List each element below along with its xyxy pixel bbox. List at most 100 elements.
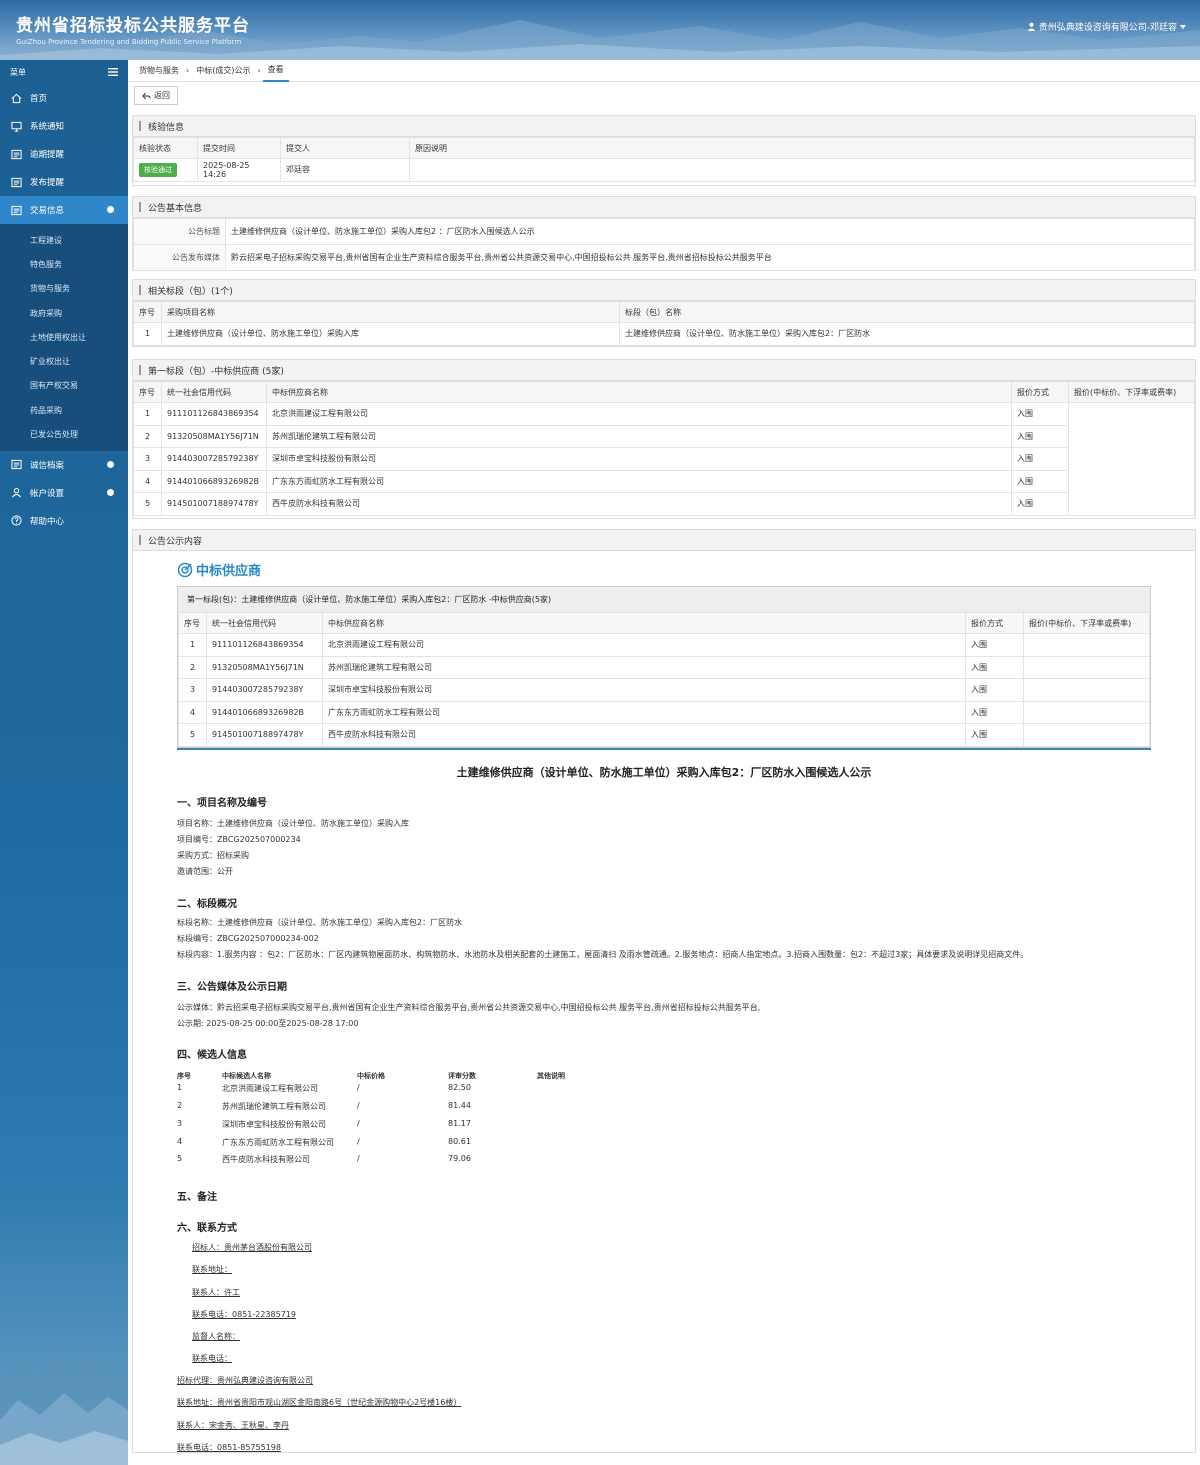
breadcrumb: 货物与服务 › 中标(成交)公示 › 查看 <box>128 60 1200 82</box>
back-button[interactable]: 返回 <box>134 86 178 105</box>
supplier-name: 北京洪雨建设工程有限公司 <box>322 633 966 657</box>
list-icon <box>10 148 22 160</box>
sidebar-item-account[interactable]: 帐户设置 <box>0 479 128 507</box>
sidebar-item-notice[interactable]: 系统通知 <box>0 112 128 140</box>
winner-heading: 中标供应商 <box>177 560 1151 579</box>
contact-block: 招标人：贵州茅台酒股份有限公司 联系地址： 联系人：许工 联系电话：0851-2… <box>177 1242 1151 1464</box>
panel-title: 核验信息 <box>133 116 1195 137</box>
candidate-price: / <box>357 1083 360 1093</box>
toolbar: 返回 <box>128 82 1200 108</box>
sidebar-item-label: 帐户设置 <box>30 488 65 499</box>
sidebar-subitem[interactable]: 政府采购 <box>0 301 128 325</box>
candidate-table: 序号 中标候选人名称 中标价格 评审分数 其他说明 1 北京洪雨建设工程有限公司… <box>177 1071 1151 1172</box>
credit-code: 91320508MA1Y56J71N <box>161 424 267 448</box>
expand-icon <box>107 488 114 496</box>
sidebar-subitem[interactable]: 土地使用权出让 <box>0 325 128 349</box>
row-index: 3 <box>133 447 162 471</box>
help-icon <box>10 515 22 527</box>
contact-line: 联系地址： <box>192 1265 232 1275</box>
breadcrumb-item[interactable]: 货物与服务 <box>134 60 184 82</box>
contact-line: 联系人：许工 <box>192 1287 240 1297</box>
contact-line: 联系地址：贵州省贵阳市观山湖区金阳南路6号（世纪金源购物中心2号楼16楼） <box>177 1398 462 1408</box>
winner-box-title: 第一标段(包)：土建维修供应商（设计单位、防水施工单位）采购入库包2：厂区防水 … <box>178 587 1150 612</box>
candidate-name: 广东东方雨虹防水工程有限公司 <box>222 1137 334 1147</box>
chevron-right-icon: › <box>186 66 190 75</box>
sidebar-landscape <box>0 1340 128 1465</box>
contact-line: 联系电话：0851-22385719 <box>192 1309 296 1319</box>
quote-value <box>1023 723 1150 747</box>
col-header: 报价(中标价、下浮率或费率) <box>1023 612 1150 634</box>
sidebar-item-credit[interactable]: 诚信档案 <box>0 451 128 479</box>
quote-type: 入围 <box>965 633 1024 657</box>
col-header: 标段（包）名称 <box>619 301 1195 323</box>
breadcrumb-item[interactable]: 中标(成交)公示 <box>191 60 255 82</box>
credit-code: 911101126843869354 <box>161 402 267 426</box>
row-index: 5 <box>178 723 207 747</box>
sidebar-subitem[interactable]: 国有产权交易 <box>0 374 128 398</box>
sidebar-item-trade[interactable]: 交易信息 <box>0 196 128 224</box>
notice-content-panel: 公告公示内容 中标供应商 第一标段(包)：土建维修供应商（设计单位、防水施工单位… <box>132 529 1196 1453</box>
table-row: 4 广东东方雨虹防水工程有限公司 / 80.61 <box>177 1137 1151 1155</box>
panel-title: 第一标段（包）-中标供应商 (5家) <box>133 360 1195 381</box>
section-heading: 四、候选人信息 <box>177 1050 247 1062</box>
sidebar-subitem[interactable]: 工程建设 <box>0 228 128 252</box>
supplier-name: 苏州凯瑞伦建筑工程有限公司 <box>322 655 966 679</box>
sidebar-subitem[interactable]: 药品采购 <box>0 398 128 422</box>
credit-code: 91450100718897478Y <box>161 492 267 516</box>
sidebar: 菜单 首页 系统通知 逾期提醒 发布提醒 交易信息 工程建设 特色服务 货物与服… <box>0 60 128 1465</box>
col-header: 中标价格 <box>357 1072 385 1081</box>
sidebar-item-label: 系统通知 <box>30 122 65 132</box>
section-body: 标段名称：土建维修供应商（设计单位、防水施工单位）采购入库包2：厂区防水 标段编… <box>177 915 1151 964</box>
sidebar-item-home[interactable]: 首页 <box>0 84 128 112</box>
field-label: 公告标题 <box>133 218 226 245</box>
credit-code: 91450100718897478Y <box>206 723 323 747</box>
table-row: 1 北京洪雨建设工程有限公司 / 82.50 <box>177 1083 1151 1101</box>
table-row: 1 911101126843869354 北京洪雨建设工程有限公司 入围 <box>133 402 1195 516</box>
contact-line: 联系人：宋金秀、王秋星、李丹 <box>177 1420 289 1430</box>
supplier-name: 深圳市卓宝科技股份有限公司 <box>322 678 966 702</box>
sidebar-item-publish[interactable]: 发布提醒 <box>0 168 128 196</box>
breadcrumb-current: 查看 <box>262 60 289 82</box>
sections-table: 序号 采购项目名称 标段（包）名称 1 土建维修供应商（设计单位、防水施工单位）… <box>133 301 1195 346</box>
user-menu[interactable]: 贵州弘典建设咨询有限公司-邓廷容 <box>1027 20 1186 33</box>
candidate-name: 深圳市卓宝科技股份有限公司 <box>222 1119 326 1129</box>
sections-panel: 相关标段（包）(1个) 序号 采购项目名称 标段（包）名称 1 土建维修供应商（… <box>132 279 1196 347</box>
expand-icon <box>107 206 114 213</box>
quote-value <box>1023 678 1150 702</box>
section-heading: 一、项目名称及编号 <box>177 797 267 809</box>
verify-panel: 核验信息 核验状态 提交时间 提交人 原因说明 核验通过 2025-08-25 … <box>132 115 1196 186</box>
candidate-price: / <box>357 1118 360 1128</box>
col-header: 报价(中标价、下浮率或费率) <box>1068 381 1195 403</box>
sidebar-item-overdue[interactable]: 逾期提醒 <box>0 140 128 168</box>
back-icon <box>142 92 151 99</box>
sidebar-subitem[interactable]: 矿业权出让 <box>0 349 128 373</box>
sidebar-item-help[interactable]: 帮助中心 <box>0 507 128 535</box>
winner-detail-table: 序号 统一社会信用代码 中标供应商名称 报价方式 报价(中标价、下浮率或费率) … <box>178 612 1150 747</box>
row-index: 1 <box>133 322 162 346</box>
winner-heading-text: 中标供应商 <box>196 564 262 579</box>
sidebar-subitem[interactable]: 货物与服务 <box>0 277 128 301</box>
text-line: 采购方式：招标采购 <box>177 851 249 861</box>
candidate-name: 北京洪雨建设工程有限公司 <box>222 1084 318 1094</box>
user-name: 贵州弘典建设咨询有限公司-邓廷容 <box>1038 23 1177 33</box>
caret-down-icon <box>1180 24 1186 29</box>
hamburger-icon[interactable] <box>108 68 118 76</box>
candidate-name: 苏州凯瑞伦建筑工程有限公司 <box>222 1101 326 1111</box>
sidebar-subitem[interactable]: 已发公告处理 <box>0 422 128 446</box>
top-header: 贵州省招标投标公共服务平台 GuiZhou Province Tendering… <box>0 0 1200 60</box>
panel-title: 公告基本信息 <box>133 197 1195 218</box>
candidate-header: 序号 中标候选人名称 中标价格 评审分数 其他说明 <box>177 1071 1151 1083</box>
row-index: 1 <box>133 402 162 426</box>
sidebar-subitem[interactable]: 特色服务 <box>0 252 128 276</box>
winners-panel: 第一标段（包）-中标供应商 (5家) 序号 统一社会信用代码 中标供应商名称 报… <box>132 359 1196 519</box>
contact-line: 招标代理：贵州弘典建设咨询有限公司 <box>177 1376 313 1386</box>
site-brand[interactable]: 贵州省招标投标公共服务平台 GuiZhou Province Tendering… <box>16 11 250 46</box>
table-row: 1 911101126843869354 北京洪雨建设工程有限公司 入围 <box>178 633 1150 657</box>
col-header: 中标候选人名称 <box>222 1072 271 1081</box>
candidate-name: 西牛皮防水科技有限公司 <box>222 1155 310 1165</box>
quote-type: 入围 <box>1011 469 1069 493</box>
row-index: 4 <box>178 700 207 724</box>
contact-line: 招标人：贵州茅台酒股份有限公司 <box>192 1243 312 1253</box>
text-line: 标段名称：土建维修供应商（设计单位、防水施工单位）采购入库包2：厂区防水 <box>177 917 463 927</box>
text-line: 标段内容：1.服务内容 ：包2：厂区防水：厂区内建筑物屋面防水、构筑物防水、水池… <box>177 950 1029 960</box>
